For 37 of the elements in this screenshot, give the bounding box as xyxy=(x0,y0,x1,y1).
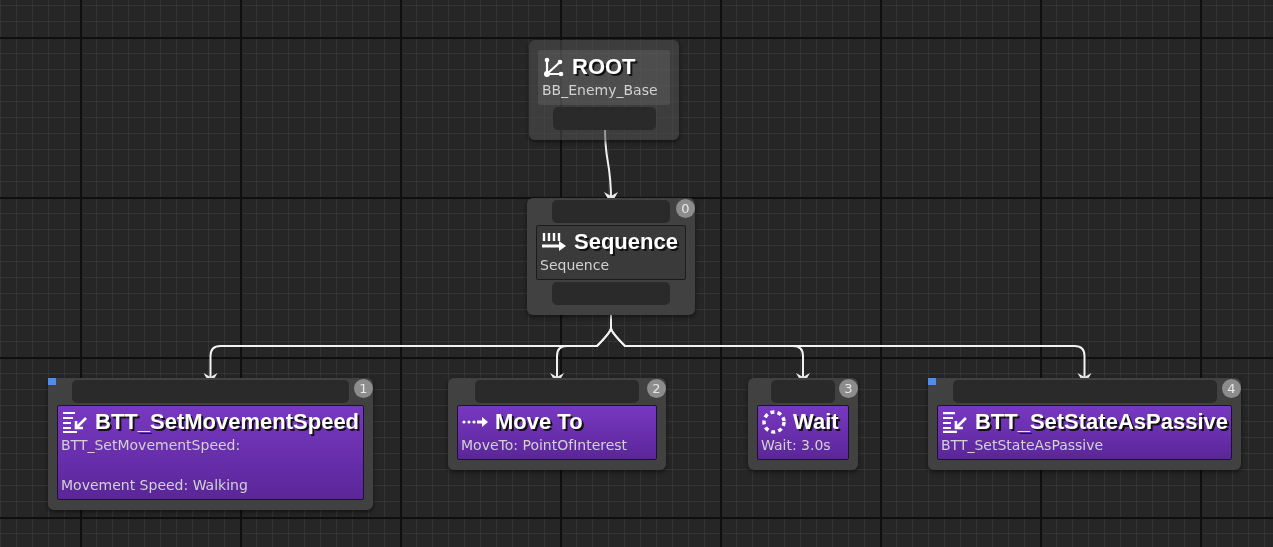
blueprint-marker-icon xyxy=(928,378,936,385)
task-node[interactable]: Wait Wait: 3.0s 3 xyxy=(748,378,858,470)
node-title: Move To xyxy=(495,409,583,435)
branch-icon xyxy=(542,55,566,79)
output-pin[interactable] xyxy=(552,282,670,305)
execution-index: 1 xyxy=(354,379,373,398)
root-node[interactable]: ROOT BB_Enemy_Base xyxy=(529,40,679,140)
node-description: MoveTo: PointOfInterest xyxy=(461,436,629,455)
execution-index: 2 xyxy=(647,379,666,398)
input-pin[interactable] xyxy=(72,380,349,403)
sequence-icon xyxy=(540,230,568,254)
execution-index: 0 xyxy=(676,199,695,218)
node-subtitle: BB_Enemy_Base xyxy=(542,81,659,100)
input-pin[interactable] xyxy=(475,380,639,403)
input-pin[interactable] xyxy=(771,380,835,403)
task-node[interactable]: Move To MoveTo: PointOfInterest 2 xyxy=(448,378,666,470)
input-pin[interactable] xyxy=(552,200,670,223)
node-description: BTT_SetStateAsPassive xyxy=(941,436,1105,455)
blueprint-marker-icon xyxy=(48,378,56,385)
input-pin[interactable] xyxy=(952,380,1217,403)
execution-index: 4 xyxy=(1222,379,1241,398)
node-description: BTT_SetMovementSpeed: Movement Speed: Walking xyxy=(61,436,249,495)
node-title: ROOT xyxy=(572,54,636,80)
node-description: Wait: 3.0s xyxy=(761,436,832,455)
node-title: BTT_SetStateAsPassive xyxy=(974,409,1228,435)
task-node[interactable]: BTT_SetStateAsPassive BTT_SetStateAsPassive 4 xyxy=(928,378,1241,470)
list-arrow-icon xyxy=(61,410,89,434)
dashed-circle-icon xyxy=(761,409,787,435)
output-pin[interactable] xyxy=(552,107,656,130)
execution-index: 3 xyxy=(839,379,858,398)
node-title: BTT_SetMovementSpeed xyxy=(95,409,360,435)
node-subtitle: Sequence xyxy=(540,256,611,275)
node-title: Wait xyxy=(793,409,839,435)
task-node[interactable]: BTT_SetMovementSpeed BTT_SetMovementSpeed: Movement Speed: Walking 1 xyxy=(48,378,373,510)
list-arrow-icon xyxy=(941,410,969,434)
node-title: Sequence xyxy=(574,229,678,255)
sequence-node[interactable]: Sequence Sequence 0 xyxy=(527,198,695,315)
